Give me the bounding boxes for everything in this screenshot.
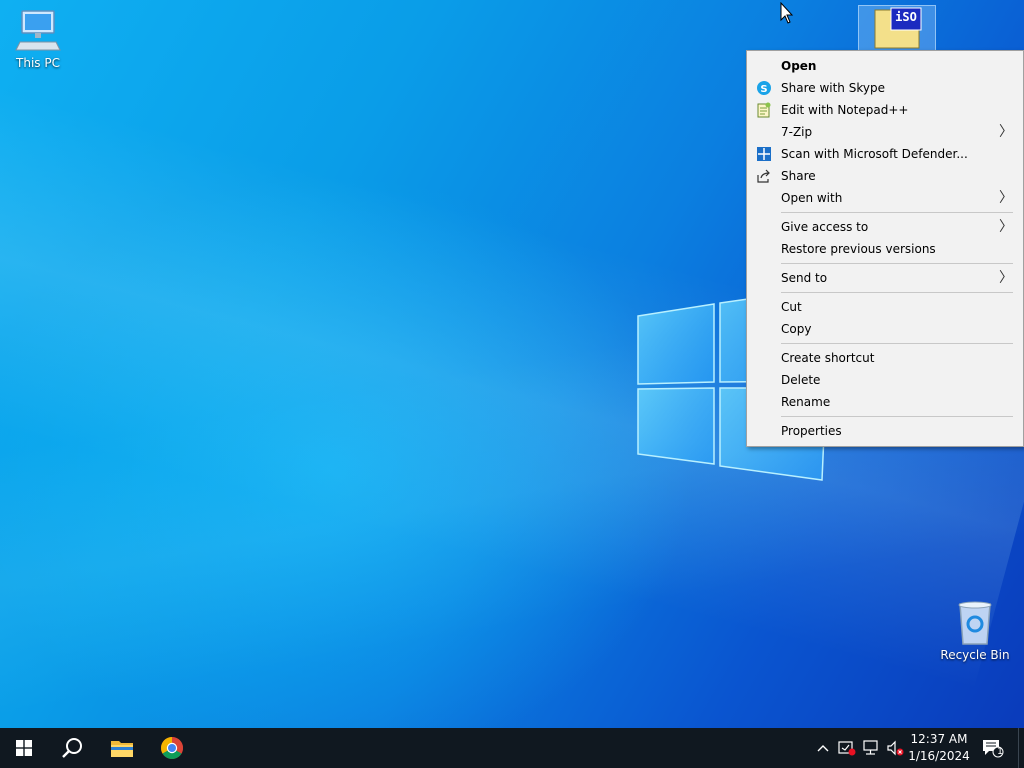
recycle-bin-icon: [958, 601, 992, 645]
security-alert-icon: [838, 741, 856, 756]
menu-item-copy[interactable]: Copy: [747, 318, 1023, 340]
menu-item-open-with[interactable]: Open with 〉: [747, 187, 1023, 209]
menu-separator: [781, 212, 1013, 213]
submenu-arrow-icon: 〉: [999, 219, 1013, 235]
windows-start-icon: [16, 740, 32, 756]
folder-icon: [111, 741, 133, 757]
chevron-up-icon: [817, 745, 829, 752]
taskbar: 12:37 AM 1/16/2024 1: [0, 728, 1024, 768]
menu-item-label: Send to: [781, 271, 828, 285]
menu-item-7zip[interactable]: 7-Zip 〉: [747, 121, 1023, 143]
menu-item-share[interactable]: Share: [747, 165, 1023, 187]
menu-separator: [781, 416, 1013, 417]
taskbar-clock[interactable]: 12:37 AM 1/16/2024: [906, 731, 972, 765]
file-explorer-button[interactable]: [98, 728, 146, 768]
desktop-icon-recycle-bin[interactable]: Recycle Bin: [937, 600, 1013, 662]
show-desktop-button[interactable]: [1018, 728, 1024, 768]
search-icon: [62, 738, 82, 758]
submenu-arrow-icon: 〉: [999, 124, 1013, 140]
desktop-icon-this-pc[interactable]: This PC: [0, 8, 76, 70]
menu-item-label: Share with Skype: [781, 81, 885, 95]
chrome-button[interactable]: [148, 728, 196, 768]
notification-count-badge: 1: [997, 747, 1003, 757]
menu-item-label: Copy: [781, 322, 812, 336]
share-icon: [757, 169, 770, 183]
defender-shield-icon: [757, 147, 771, 161]
skype-icon: S: [757, 81, 771, 95]
menu-separator: [781, 263, 1013, 264]
menu-item-rename[interactable]: Rename: [747, 391, 1023, 413]
search-button[interactable]: [48, 728, 96, 768]
menu-item-label: Scan with Microsoft Defender...: [781, 147, 968, 161]
menu-separator: [781, 343, 1013, 344]
submenu-arrow-icon: 〉: [999, 270, 1013, 286]
menu-item-label: 7-Zip: [781, 125, 813, 139]
menu-item-share-with-skype[interactable]: S Share with Skype: [747, 77, 1023, 99]
menu-item-label: Create shortcut: [781, 351, 875, 365]
context-menu: Open S Share with Skype Edit with Notepa…: [746, 50, 1024, 447]
menu-item-give-access-to[interactable]: Give access to 〉: [747, 216, 1023, 238]
svg-text:S: S: [760, 84, 767, 95]
show-hidden-icons-button[interactable]: [814, 728, 832, 768]
action-center-button[interactable]: 1: [978, 728, 1008, 768]
menu-item-edit-with-notepadpp[interactable]: Edit with Notepad++: [747, 99, 1023, 121]
mouse-cursor-icon: [780, 2, 794, 24]
start-button[interactable]: [0, 728, 48, 768]
menu-item-scan-defender[interactable]: Scan with Microsoft Defender...: [747, 143, 1023, 165]
clock-date: 1/16/2024: [908, 749, 970, 763]
network-icon: [863, 740, 878, 755]
menu-item-label: Give access to: [781, 220, 869, 234]
submenu-arrow-icon: 〉: [999, 190, 1013, 206]
menu-item-create-shortcut[interactable]: Create shortcut: [747, 347, 1023, 369]
notepadpp-icon: [757, 102, 771, 118]
menu-item-label: Edit with Notepad++: [781, 103, 909, 117]
menu-item-open[interactable]: Open: [747, 55, 1023, 77]
tray-security-button[interactable]: [836, 728, 858, 768]
menu-item-send-to[interactable]: Send to 〉: [747, 267, 1023, 289]
volume-muted-icon: [887, 740, 904, 756]
menu-item-label: Open with: [781, 191, 843, 205]
menu-item-label: Properties: [781, 424, 842, 438]
menu-item-label: Open: [781, 59, 817, 73]
tray-volume-button[interactable]: [884, 728, 906, 768]
menu-item-label: Share: [781, 169, 816, 183]
menu-item-cut[interactable]: Cut: [747, 296, 1023, 318]
computer-icon: [15, 10, 61, 51]
iso-badge-text: iSO: [895, 10, 917, 24]
menu-item-restore-previous-versions[interactable]: Restore previous versions: [747, 238, 1023, 260]
menu-item-label: Delete: [781, 373, 821, 387]
menu-separator: [781, 292, 1013, 293]
menu-item-properties[interactable]: Properties: [747, 420, 1023, 442]
menu-item-label: Cut: [781, 300, 802, 314]
desktop-icon-label: This PC: [16, 56, 60, 70]
menu-item-label: Rename: [781, 395, 831, 409]
menu-item-label: Restore previous versions: [781, 242, 936, 256]
clock-time: 12:37 AM: [910, 732, 968, 746]
desktop-icon-iso-file[interactable]: iSO: [858, 5, 936, 51]
chrome-icon: [161, 737, 183, 759]
menu-item-delete[interactable]: Delete: [747, 369, 1023, 391]
tray-network-button[interactable]: [860, 728, 882, 768]
desktop-icon-label: Recycle Bin: [940, 648, 1010, 662]
